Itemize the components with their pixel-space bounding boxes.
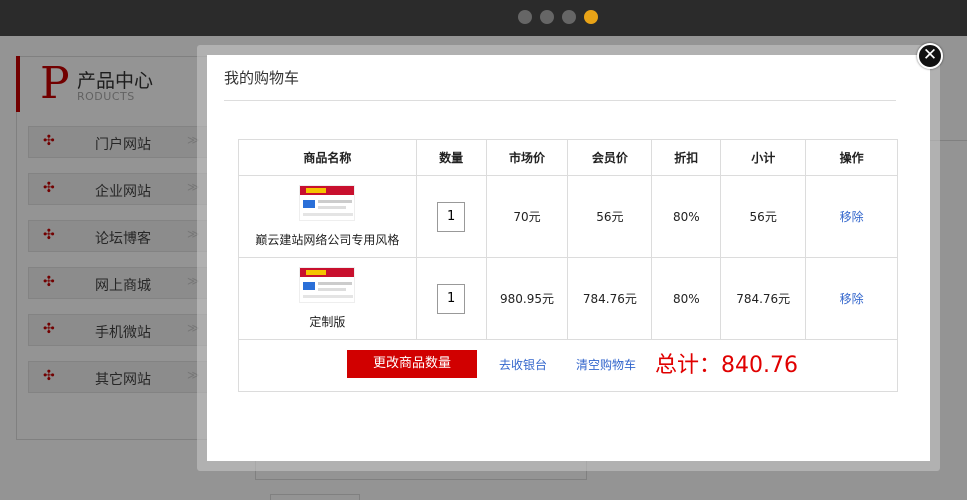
table-row: 巅云建站网络公司专用风格 70元 56元 80% 56元 移除 <box>238 175 898 258</box>
remove-link[interactable]: 移除 <box>840 292 864 306</box>
carousel-dots <box>518 10 598 24</box>
column-header-market-price: 市场价 <box>485 139 569 176</box>
checkout-link[interactable]: 去收银台 <box>499 356 547 373</box>
product-name: 巅云建站网络公司专用风格 <box>255 233 400 247</box>
column-header-qty: 数量 <box>415 139 487 176</box>
discount: 80% <box>651 175 722 258</box>
table-header-row: 商品名称 数量 市场价 会员价 折扣 小计 操作 <box>238 139 898 176</box>
product-cell: 定制版 <box>238 257 417 340</box>
column-header-discount: 折扣 <box>651 139 722 176</box>
modal-title: 我的购物车 <box>224 69 300 87</box>
remove-link[interactable]: 移除 <box>840 210 864 224</box>
column-header-action: 操作 <box>805 139 898 176</box>
cart-modal: 我的购物车 商品名称 数量 市场价 会员价 折扣 小计 操作 巅云建站网络公司专… <box>207 55 930 461</box>
update-quantity-button[interactable]: 更改商品数量 <box>347 350 477 378</box>
column-header-subtotal: 小计 <box>720 139 807 176</box>
action-cell: 移除 <box>805 257 898 340</box>
quantity-input[interactable] <box>437 201 466 232</box>
clear-cart-link[interactable]: 清空购物车 <box>576 356 636 373</box>
column-header-member-price: 会员价 <box>567 139 653 176</box>
carousel-dot[interactable] <box>540 10 554 24</box>
market-price: 980.95元 <box>485 257 569 340</box>
divider <box>224 100 896 101</box>
product-cell: 巅云建站网络公司专用风格 <box>238 175 417 258</box>
qty-cell <box>415 257 487 340</box>
product-thumbnail[interactable] <box>299 185 356 221</box>
member-price: 56元 <box>567 175 653 258</box>
carousel-dot[interactable] <box>518 10 532 24</box>
carousel-dot[interactable] <box>562 10 576 24</box>
product-thumbnail[interactable] <box>299 267 356 303</box>
table-row: 定制版 980.95元 784.76元 80% 784.76元 移除 <box>238 257 898 340</box>
close-icon[interactable]: ✕ <box>917 43 943 69</box>
cart-footer-row: 更改商品数量 去收银台 清空购物车 总计：840.76 <box>238 339 898 392</box>
subtotal: 56元 <box>720 175 807 258</box>
member-price: 784.76元 <box>567 257 653 340</box>
cart-footer: 更改商品数量 去收银台 清空购物车 总计：840.76 <box>238 339 898 392</box>
column-header-name: 商品名称 <box>238 139 417 176</box>
market-price: 70元 <box>485 175 569 258</box>
top-bar <box>0 0 967 36</box>
product-name: 定制版 <box>309 315 346 329</box>
carousel-dot-active[interactable] <box>584 10 598 24</box>
cart-table: 商品名称 数量 市场价 会员价 折扣 小计 操作 巅云建站网络公司专用风格 70… <box>238 139 898 392</box>
cart-total: 总计：840.76 <box>655 353 798 378</box>
quantity-input[interactable] <box>437 283 466 314</box>
action-cell: 移除 <box>805 175 898 258</box>
discount: 80% <box>651 257 722 340</box>
subtotal: 784.76元 <box>720 257 807 340</box>
qty-cell <box>415 175 487 258</box>
